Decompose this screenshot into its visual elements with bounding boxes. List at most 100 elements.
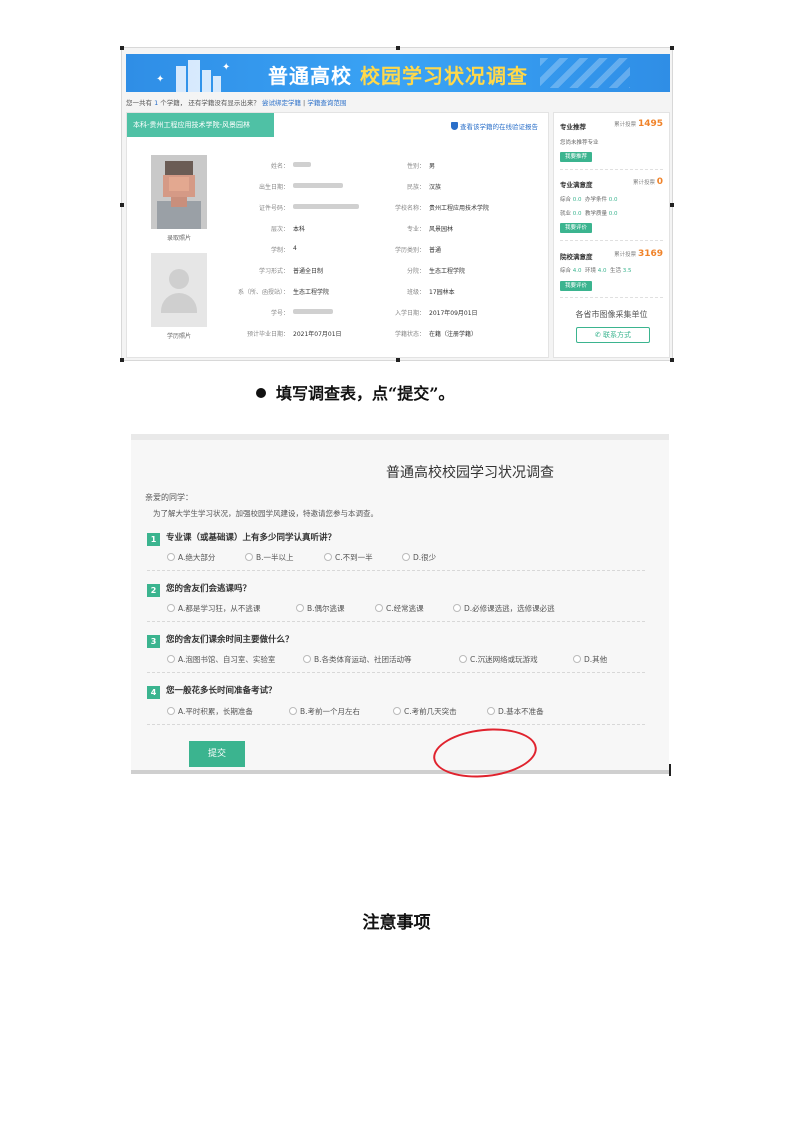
field-value-birthdate <box>293 182 343 189</box>
satisfaction-scores: 就业 0.0 教学质量 0.0 <box>560 211 618 217</box>
frame-handle <box>120 203 124 207</box>
admission-photo <box>151 155 207 229</box>
photo-unit-text: 各省市图像采集单位 <box>575 310 648 319</box>
radio-icon <box>289 707 297 715</box>
phone-icon: ✆ <box>594 331 604 339</box>
option-radio[interactable]: C.考前几天突击 <box>393 706 457 717</box>
text-cursor <box>669 764 671 776</box>
divider <box>147 672 645 673</box>
recommend-status-text: 您尚未推荐专业 <box>560 140 599 146</box>
satisfaction-scores: 综合 0.0 办学条件 0.0 <box>560 197 618 203</box>
option-radio[interactable]: D.必修课选逃，选修课必逃 <box>453 603 555 614</box>
field-value: 贵州工程应用技术学院 <box>429 205 490 212</box>
option-radio[interactable]: D.基本不准备 <box>487 706 544 717</box>
record-scope-link[interactable]: 学籍查询范围 <box>307 99 346 107</box>
major-satisfaction-title: 专业满意度 <box>560 181 593 189</box>
field-label: 系（所、函授站）： <box>237 289 289 296</box>
admission-photo-caption: 录取照片 <box>166 235 191 242</box>
frame-handle <box>120 358 124 362</box>
option-radio[interactable]: D.其他 <box>573 654 607 665</box>
field-value: 4 <box>293 245 297 252</box>
recommend-button[interactable]: 我要推荐 <box>560 152 593 162</box>
field-label: 学习形式： <box>258 268 289 275</box>
divider <box>147 621 645 622</box>
field-value: 2021年07月01日 <box>293 331 342 338</box>
greeting: 亲爱的同学： <box>145 493 193 502</box>
field-label: 出生日期： <box>258 184 289 191</box>
field-label: 性别： <box>406 163 425 170</box>
option-radio[interactable]: D.很少 <box>402 552 436 563</box>
divider <box>147 724 645 725</box>
field-label: 层次： <box>270 226 289 233</box>
major-recommend-title: 专业推荐 <box>560 123 586 131</box>
option-radio[interactable]: A.泡图书馆、自习室、实验室 <box>167 654 275 665</box>
field-value: 普通 <box>429 247 442 254</box>
school-satisfaction-count: 累计投票 3169 <box>614 249 663 259</box>
option-radio[interactable]: B.一半以上 <box>245 552 294 563</box>
field-label: 学历类别： <box>394 247 425 254</box>
radio-icon <box>573 655 581 663</box>
divider <box>560 297 663 298</box>
field-label: 学制： <box>270 247 289 254</box>
radio-icon <box>167 655 175 663</box>
field-value: 普通全日制 <box>293 268 324 275</box>
frame-handle <box>670 203 674 207</box>
question-4: 4 您一般花多长时间准备考试？ <box>147 684 277 699</box>
radio-icon <box>487 707 495 715</box>
survey-intro: 为了解大学生学习状况，加强校园学风建设，特邀请您参与本调查。 <box>153 509 378 518</box>
radio-icon <box>459 655 467 663</box>
field-value: 生态工程学院 <box>429 268 466 275</box>
divider <box>560 240 663 241</box>
major-satisfaction-count: 累计投票 0 <box>632 177 663 187</box>
rate-school-button[interactable]: 我要评价 <box>560 281 593 291</box>
field-label: 预计毕业日期： <box>246 331 289 338</box>
submit-button[interactable]: 提交 <box>189 741 245 767</box>
contact-button[interactable]: ✆ 联系方式 <box>576 327 650 343</box>
notes-heading: 注意事项 <box>362 913 431 933</box>
field-value: 本科 <box>293 226 306 233</box>
survey-form-screenshot: 普通高校校园学习状况调查 亲爱的同学： 为了解大学生学习状况，加强校园学风建设，… <box>131 434 669 783</box>
radio-icon <box>324 553 332 561</box>
field-label: 证件号码： <box>258 205 289 212</box>
radio-icon <box>402 553 410 561</box>
frame-handle <box>670 358 674 362</box>
option-radio[interactable]: A.都是学习狂，从不逃课 <box>167 603 260 614</box>
field-value: 男 <box>429 163 436 170</box>
survey-banner: ✦ ✦ 普通高校 校园学习状况调查 <box>126 54 670 92</box>
major-recommend-count: 累计投票 1495 <box>614 119 663 129</box>
field-label: 专业： <box>406 226 425 233</box>
option-radio[interactable]: B.考前一个月左右 <box>289 706 360 717</box>
option-radio[interactable]: C.经常逃课 <box>375 603 424 614</box>
field-value: 17园林本 <box>429 289 455 296</box>
student-record-screenshot: ✦ ✦ 普通高校 校园学习状况调查 您一共有 1 个学籍， 还有学籍没有显示出来… <box>120 46 674 362</box>
field-value: 在籍（注册学籍） <box>429 331 478 338</box>
record-tab[interactable]: 本科-贵州工程应用技术学院-风景园林 <box>127 113 274 137</box>
record-hint: 您一共有 1 个学籍， 还有学籍没有显示出来？ 尝试绑定学籍 | 学籍查询范围 <box>126 99 347 107</box>
field-label: 学号： <box>270 310 289 317</box>
student-record-card: 本科-贵州工程应用技术学院-风景园林 查看该学籍的在线验证报告 录取照片 学历照… <box>126 112 549 358</box>
frame-handle <box>396 46 400 50</box>
radio-icon <box>245 553 253 561</box>
divider <box>147 570 645 571</box>
option-radio[interactable]: A.平时积累，长期准备 <box>167 706 253 717</box>
field-label: 姓名： <box>270 163 289 170</box>
field-value: 生态工程学院 <box>293 289 330 296</box>
verify-report-link[interactable]: 查看该学籍的在线验证报告 <box>451 121 538 131</box>
bind-record-link[interactable]: 尝试绑定学籍 <box>262 99 301 107</box>
field-value-id <box>293 203 359 210</box>
option-radio[interactable]: C.不到一半 <box>324 552 373 563</box>
radio-icon <box>303 655 311 663</box>
step-caption: 填写调查表，点“提交”。 <box>256 380 454 404</box>
field-label: 民族： <box>406 184 425 191</box>
question-2: 2 您的舍友们会逃课吗？ <box>147 582 251 597</box>
option-radio[interactable]: C.沉迷网络或玩游戏 <box>459 654 538 665</box>
option-radio[interactable]: B.各类体育运动、社团活动等 <box>303 654 412 665</box>
field-label: 学籍状态： <box>394 331 425 338</box>
highlight-circle <box>430 723 540 783</box>
field-value-name <box>293 161 311 168</box>
option-radio[interactable]: A.绝大部分 <box>167 552 215 563</box>
frame-handle <box>396 358 400 362</box>
field-label: 分院： <box>406 268 425 275</box>
rate-major-button[interactable]: 我要评价 <box>560 223 593 233</box>
option-radio[interactable]: B.偶尔逃课 <box>296 603 345 614</box>
